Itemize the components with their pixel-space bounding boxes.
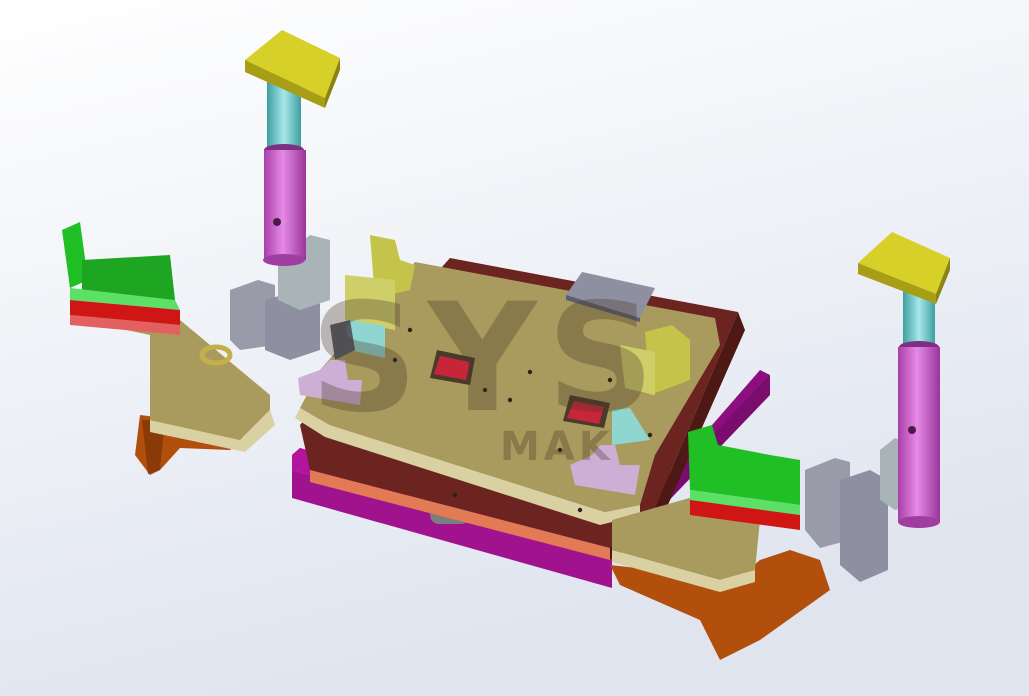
fixture-assembly-model[interactable] <box>0 0 1029 696</box>
left-cylinder[interactable] <box>263 75 306 266</box>
cad-viewport[interactable]: SYS MAK <box>0 0 1029 696</box>
right-cylinder[interactable] <box>898 282 940 528</box>
